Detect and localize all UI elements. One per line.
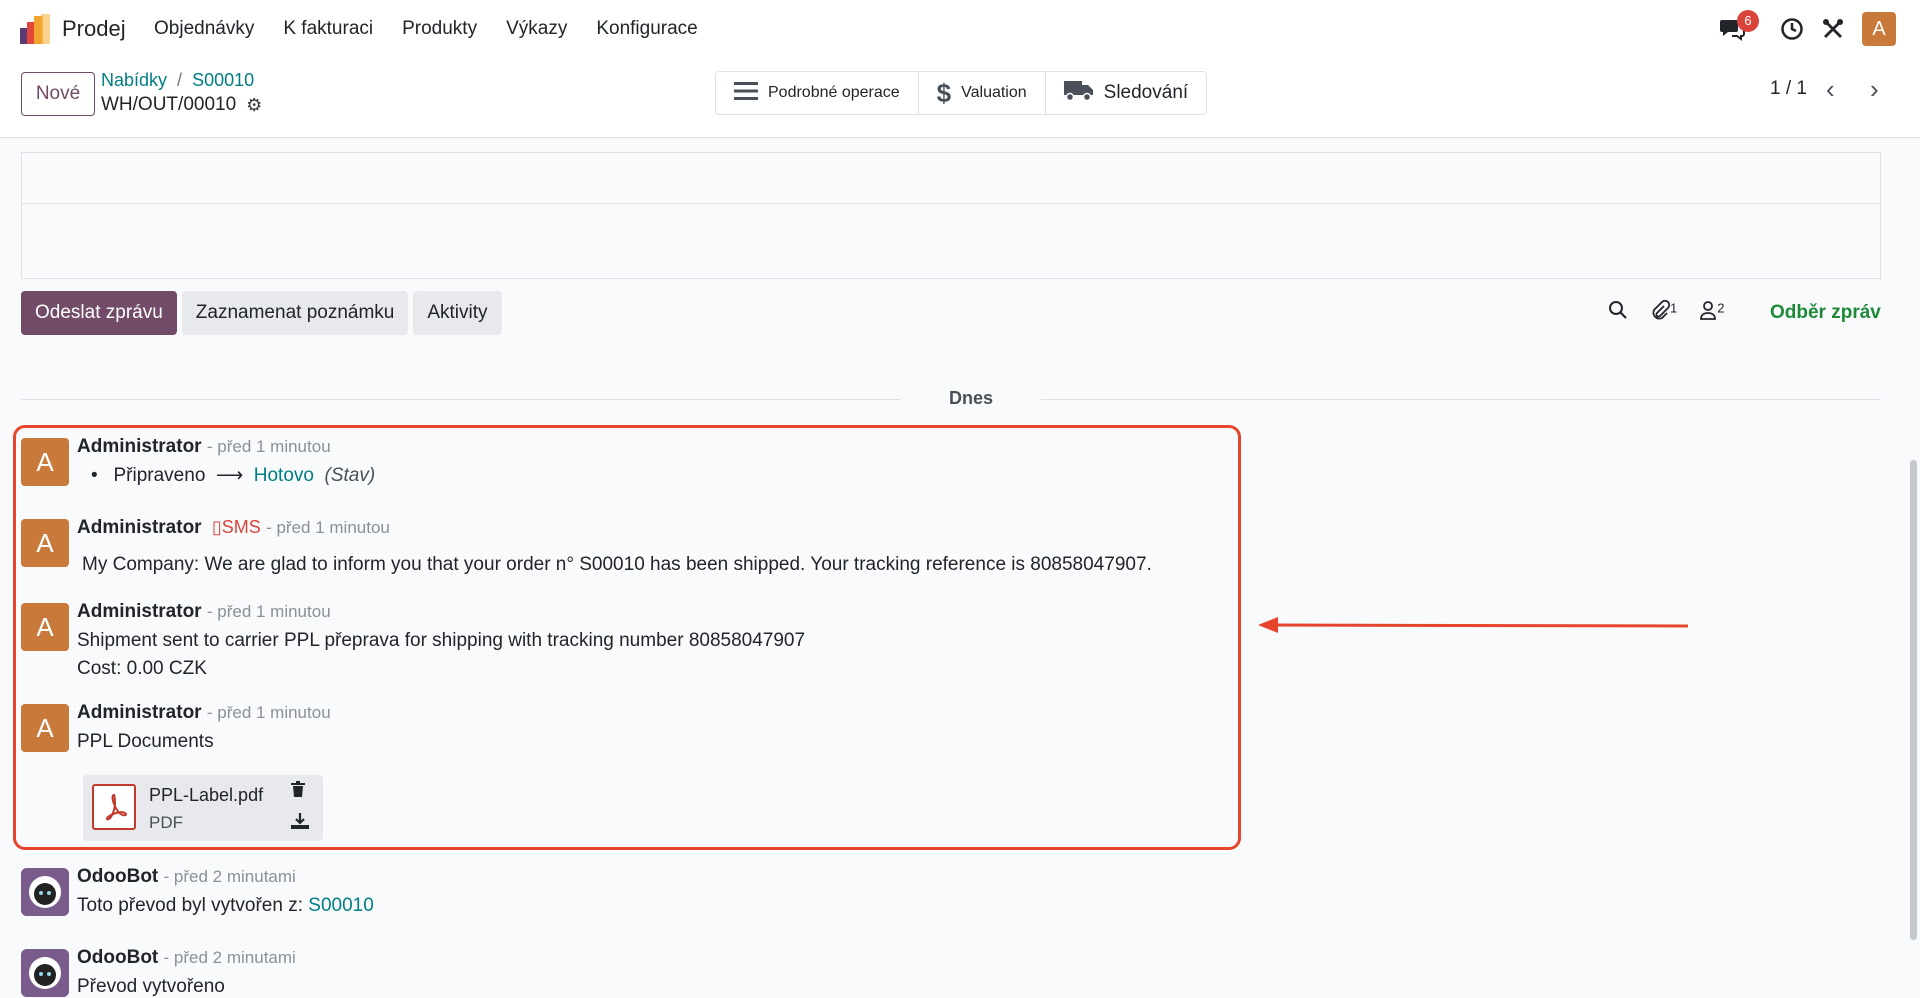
date-separator: Dnes <box>21 388 1881 410</box>
follow-button[interactable]: Odběr zpráv <box>1770 302 1881 324</box>
dollar-icon: $ <box>936 77 952 108</box>
message-author[interactable]: OdooBot <box>77 947 158 968</box>
menu-orders[interactable]: Objednávky <box>154 18 254 40</box>
top-navbar: Prodej Objednávky K fakturaci Produkty V… <box>0 0 1920 58</box>
breadcrumb-order[interactable]: S00010 <box>192 70 254 90</box>
pager-value[interactable]: 1 / 1 <box>1770 78 1807 100</box>
smart-buttons: Podrobné operace $ Valuation Sledování <box>715 71 1208 115</box>
attachments-count: 1 <box>1670 300 1678 316</box>
annotation-arrow-icon <box>1258 617 1689 633</box>
separator-line-left <box>21 399 901 400</box>
message-author[interactable]: OdooBot <box>77 866 158 887</box>
log-note-button[interactable]: Zaznamenat poznámku <box>181 291 409 335</box>
message-time: - před 2 minutami <box>163 867 296 886</box>
tools-icon[interactable] <box>1820 16 1846 42</box>
chatter-toolbar: Odeslat zprávu Zaznamenat poznámku Aktiv… <box>21 291 502 335</box>
attachments-button[interactable]: 1 <box>1650 299 1678 326</box>
send-message-button[interactable]: Odeslat zprávu <box>21 291 177 335</box>
followers-button[interactable]: 2 <box>1699 300 1724 326</box>
scrollbar-thumb[interactable] <box>1910 460 1917 940</box>
control-panel: Nové Nabídky / S00010 WH/OUT/00010 ⚙ Podro… <box>0 58 1920 138</box>
scrollbar[interactable] <box>1907 140 1920 998</box>
activities-button[interactable]: Aktivity <box>413 291 502 335</box>
search-icon[interactable] <box>1608 300 1628 326</box>
messages-icon[interactable]: 6 <box>1719 10 1759 42</box>
chatter-tools: 1 2 <box>1608 299 1724 326</box>
pager-previous-icon[interactable]: ‹ <box>1826 74 1835 105</box>
odoobot-avatar[interactable] <box>21 949 69 997</box>
valuation-button[interactable]: $ Valuation <box>919 72 1046 114</box>
menu-to-invoice[interactable]: K fakturaci <box>283 18 373 40</box>
followers-count: 2 <box>1717 300 1725 316</box>
menu-products[interactable]: Produkty <box>402 18 477 40</box>
menu-configuration[interactable]: Konfigurace <box>596 18 697 40</box>
detailed-operations-button[interactable]: Podrobné operace <box>716 72 919 114</box>
record-title: WH/OUT/00010 ⚙ <box>101 94 262 116</box>
pager-next-icon[interactable]: › <box>1870 74 1879 105</box>
paperclip-icon <box>1650 299 1671 325</box>
message-header: OdooBot - před 2 minutami <box>77 866 296 888</box>
message-header: OdooBot - před 2 minutami <box>77 947 296 969</box>
user-icon <box>1699 301 1717 325</box>
message-body: Toto převod byl vytvořen z: S00010 <box>77 892 374 920</box>
date-label: Dnes <box>948 388 993 408</box>
separator-line-right <box>1041 399 1881 400</box>
menu-reporting[interactable]: Výkazy <box>506 18 567 40</box>
main-menu: Objednávky K fakturaci Produkty Výkazy K… <box>154 18 727 40</box>
breadcrumb-separator: / <box>177 70 183 90</box>
tracking-label: Sledování <box>1103 82 1189 103</box>
list-icon <box>734 81 758 106</box>
truck-icon <box>1063 79 1094 107</box>
message-time: - před 2 minutami <box>163 948 296 967</box>
messages-badge: 6 <box>1737 10 1759 32</box>
valuation-label: Valuation <box>961 84 1027 101</box>
breadcrumb: Nabídky / S00010 <box>101 70 254 91</box>
form-section <box>21 152 1881 204</box>
record-name: WH/OUT/00010 <box>101 94 237 115</box>
message-text: Toto převod byl vytvořen z: <box>77 895 303 916</box>
detailed-operations-label: Podrobné operace <box>768 84 900 101</box>
message-body: Převod vytvořeno <box>77 976 225 997</box>
new-button[interactable]: Nové <box>21 72 95 116</box>
sales-app-icon[interactable] <box>20 14 50 44</box>
form-section-notes <box>21 203 1881 279</box>
source-order-link[interactable]: S00010 <box>308 895 374 916</box>
app-name[interactable]: Prodej <box>62 16 126 42</box>
gear-icon[interactable]: ⚙ <box>246 95 262 116</box>
highlight-box <box>13 425 1241 850</box>
odoobot-avatar[interactable] <box>21 868 69 916</box>
breadcrumb-quotations[interactable]: Nabídky <box>101 70 167 90</box>
tracking-button[interactable]: Sledování <box>1046 72 1207 114</box>
activity-clock-icon[interactable] <box>1779 16 1805 42</box>
user-avatar[interactable]: A <box>1862 12 1896 46</box>
